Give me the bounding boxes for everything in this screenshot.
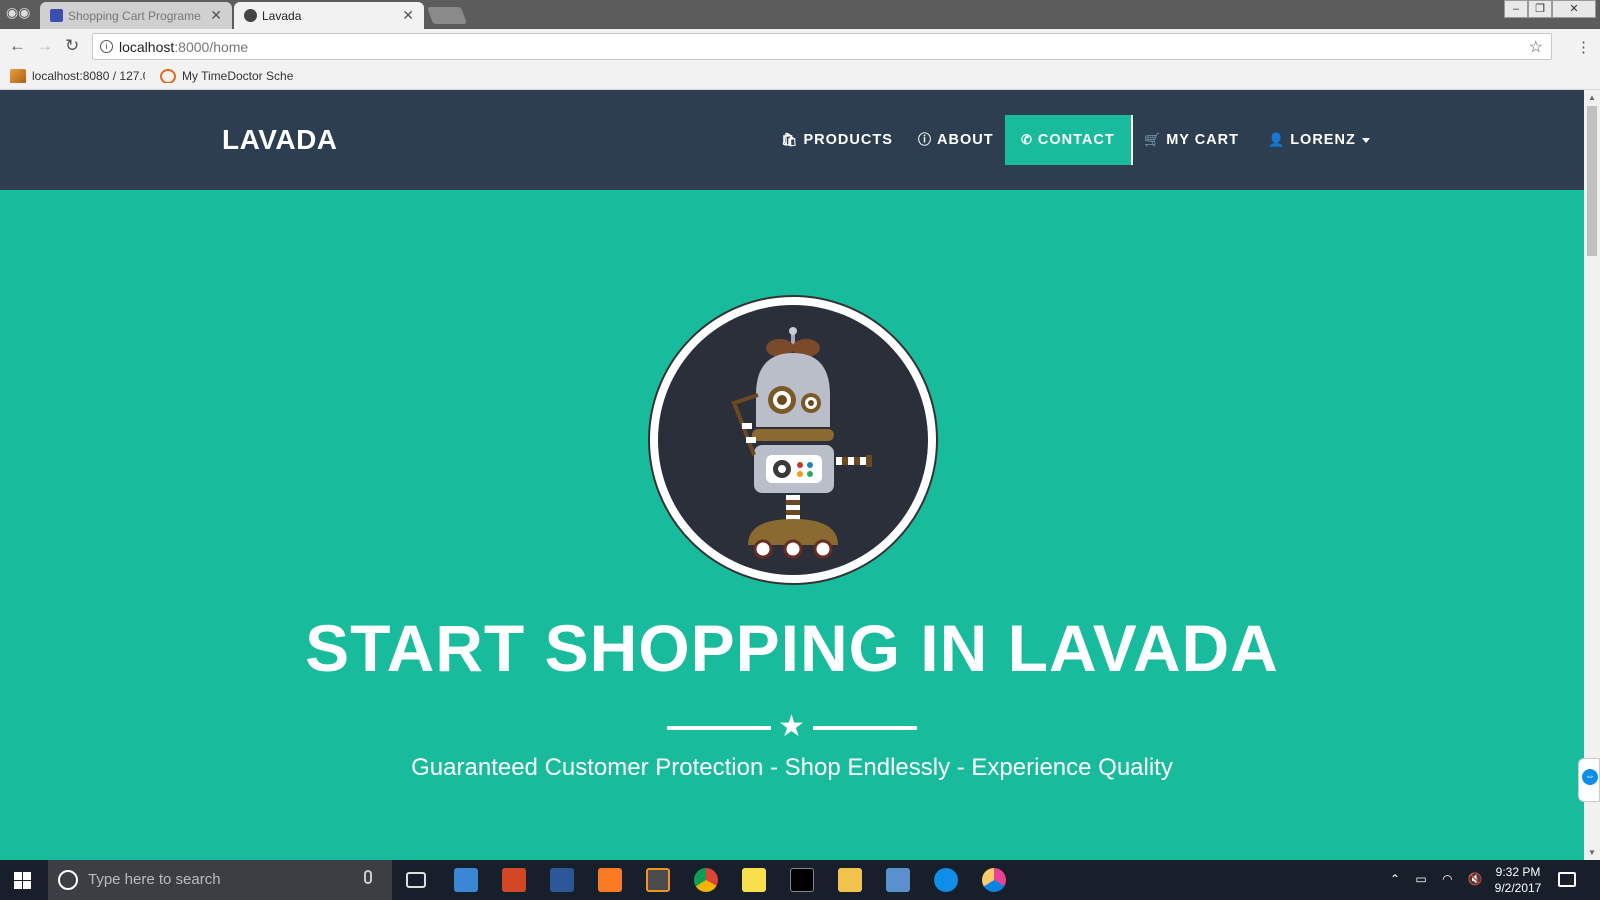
timedoctor-icon [160,69,176,83]
chrome-icon[interactable] [694,868,718,892]
system-tray[interactable]: ⌃ ▭ ◠ 🔇 [1390,872,1483,886]
bookmark-item[interactable]: localhost:8080 / 127.0 [10,69,145,83]
bookmarks-bar: localhost:8080 / 127.0 My TimeDoctor Sch… [0,64,1600,90]
file-explorer-icon[interactable] [838,868,862,892]
reload-icon[interactable]: ↻ [65,36,79,56]
remote-desktop-icon[interactable] [886,868,910,892]
site-navbar: LAVADA 🛍 PRODUCTS ⓘ ABOUT ✆ CONTACT 🛒 MY CAR… [0,90,1584,190]
shopping-cart-icon: 🛒 [1144,132,1162,147]
divider-line [667,726,771,730]
nav-label: LORENZ [1290,132,1356,148]
tab-shopping-cart[interactable]: Shopping Cart Programe ✕ [40,2,232,29]
close-tab-icon[interactable]: ✕ [210,7,222,24]
nav-label: CONTACT [1037,132,1115,148]
browser-toolbar: ← → ↻ i localhost:8000/home ☆ ⋮ [0,29,1600,64]
xampp-icon[interactable] [598,868,622,892]
chevron-down-icon [1361,137,1370,143]
close-window-button[interactable]: ✕ [1552,0,1596,18]
hero-title: START SHOPPING IN LAVADA [305,611,1279,685]
teamviewer-icon: ⇔ [1582,769,1598,785]
star-divider: ★ [667,710,917,745]
phone-icon: ✆ [1021,132,1033,147]
back-arrow-icon[interactable]: ← [9,36,26,56]
microphone-icon[interactable] [364,870,372,884]
laptop-app-icon[interactable] [454,868,478,892]
star-icon: ★ [778,710,805,743]
robot-avatar-image [648,295,938,585]
tab-favicon-icon [244,9,257,22]
divider-line [813,726,917,730]
command-prompt-icon[interactable] [790,868,814,892]
browser-menu-icon[interactable]: ⋮ [1576,38,1591,56]
page-scrollbar[interactable]: ▲ ▼ [1584,90,1600,860]
new-tab-button[interactable] [426,7,468,24]
incognito-icon: ◉◉ [6,4,31,20]
scroll-down-icon[interactable]: ▼ [1588,848,1596,857]
nav-user-dropdown[interactable]: 👤 LORENZ [1254,115,1384,165]
robot-icon [658,305,928,575]
task-view-icon[interactable] [406,872,426,888]
nav-label: MY CART [1166,132,1239,148]
windows-start-icon[interactable] [14,872,31,889]
volume-muted-icon[interactable]: 🔇 [1468,872,1483,886]
restore-button[interactable]: ❐ [1528,0,1552,18]
nav-about[interactable]: ⓘ ABOUT [904,115,1008,165]
scroll-thumb[interactable] [1587,106,1597,256]
user-icon: 👤 [1268,132,1286,147]
minimize-button[interactable]: – [1504,0,1528,18]
teamviewer-app-icon[interactable] [934,868,958,892]
nav-label: ABOUT [937,132,994,148]
phpmyadmin-icon [10,69,26,83]
clock-time: 9:32 PM [1495,865,1541,879]
forward-arrow-icon[interactable]: → [36,36,53,56]
hero-subtitle: Guaranteed Customer Protection - Shop En… [411,754,1173,781]
shopping-bag-icon: 🛍 [781,132,799,147]
bookmark-label: My TimeDoctor Sche [182,69,294,83]
paint-app-icon[interactable] [982,868,1006,892]
tab-title: Lavada [262,9,302,23]
chevron-up-icon[interactable]: ⌃ [1390,872,1400,886]
bookmark-label: localhost:8080 / 127.0 [32,69,145,83]
nav-products[interactable]: 🛍 PRODUCTS [767,115,907,165]
taskbar-clock[interactable]: 9:32 PM 9/2/2017 [1488,864,1548,896]
info-circle-icon: ⓘ [918,132,933,147]
windows-taskbar: Type here to search ⌃ ▭ ◠ 🔇 9:32 PM 9/2/… [0,860,1600,900]
tab-favicon-icon [50,9,63,22]
web-page: LAVADA 🛍 PRODUCTS ⓘ ABOUT ✆ CONTACT 🛒 MY CAR… [0,90,1584,860]
cortana-icon [58,870,78,890]
clock-date: 9/2/2017 [1494,881,1542,895]
word-icon[interactable] [550,868,574,892]
nav-contact[interactable]: ✆ CONTACT [1005,115,1133,165]
nav-label: PRODUCTS [803,132,893,148]
bookmark-star-icon[interactable]: ☆ [1529,37,1543,57]
powerpoint-icon[interactable] [502,868,526,892]
wifi-icon[interactable]: ◠ [1442,872,1452,886]
address-bar[interactable]: i localhost:8000/home ☆ [92,33,1552,60]
battery-icon[interactable]: ▭ [1415,872,1426,886]
scroll-up-icon[interactable]: ▲ [1588,93,1596,102]
taskbar-search-box[interactable]: Type here to search [48,860,392,900]
teamviewer-side-tab[interactable]: ⇔ [1578,758,1600,802]
sublime-text-icon[interactable] [646,868,670,892]
search-placeholder: Type here to search [88,871,221,888]
tab-title: Shopping Cart Programe [68,9,201,23]
action-center-icon[interactable] [1558,872,1576,887]
browser-tab-strip: ◉◉ Shopping Cart Programe ✕ Lavada ✕ – ❐… [0,0,1600,29]
url-host: localhost [119,39,175,55]
sticky-notes-icon[interactable] [742,868,766,892]
site-brand[interactable]: LAVADA [222,124,338,156]
nav-my-cart[interactable]: 🛒 MY CART [1130,115,1253,165]
info-icon[interactable]: i [100,40,113,53]
tab-lavada[interactable]: Lavada ✕ [234,2,424,29]
close-tab-icon[interactable]: ✕ [402,7,414,24]
bookmark-item[interactable]: My TimeDoctor Sche [160,69,295,83]
url-path: :8000/home [174,39,249,55]
